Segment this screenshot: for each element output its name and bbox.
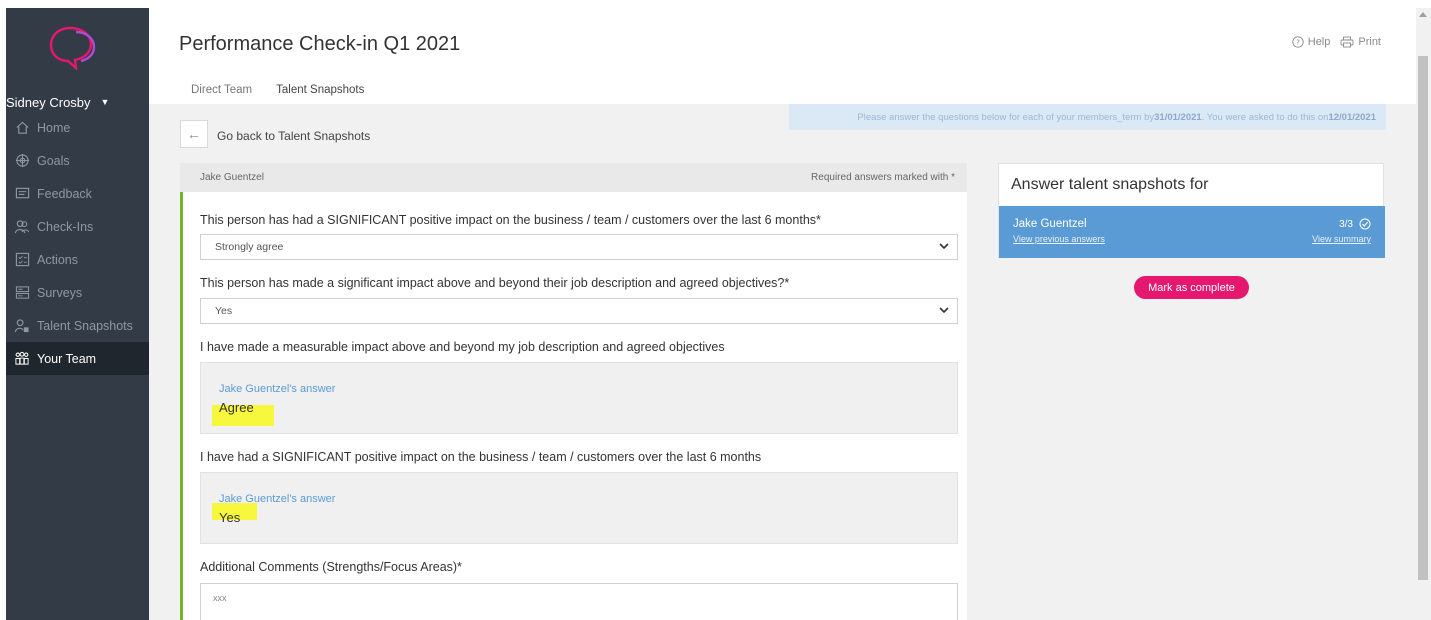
- tab-direct-team[interactable]: Direct Team: [179, 80, 264, 106]
- back-label[interactable]: Go back to Talent Snapshots: [217, 129, 370, 143]
- comments-textarea[interactable]: xxx: [200, 583, 958, 620]
- question-5-label: Additional Comments (Strengths/Focus Are…: [200, 560, 462, 574]
- scroll-up-arrow-icon[interactable]: [1419, 12, 1427, 17]
- notice-text-before: Please answer the questions below for ea…: [857, 111, 1155, 123]
- page-header: Performance Check-in Q1 2021 ? Help Prin…: [149, 8, 1416, 106]
- question-2-label: This person has made a significant impac…: [200, 276, 790, 290]
- question-2-value: Yes: [215, 305, 233, 317]
- sidebar-item-check-ins[interactable]: Check-Ins: [6, 210, 149, 243]
- sidebar-item-goals[interactable]: Goals: [6, 144, 149, 177]
- printer-icon: [1340, 36, 1354, 48]
- sidebar-item-label: Goals: [37, 153, 70, 168]
- sidebar: Sidney Crosby ▼ Home Goals Feedback Chec…: [6, 8, 149, 620]
- notice-text-middle: . You were asked to do this on: [1201, 111, 1329, 123]
- sidebar-item-label: Your Team: [37, 351, 97, 366]
- help-link[interactable]: ? Help: [1292, 36, 1331, 48]
- svg-text:?: ?: [1296, 39, 1300, 47]
- question-3-answer: Agree: [219, 400, 254, 415]
- print-link[interactable]: Print: [1340, 36, 1381, 48]
- view-previous-answers-link[interactable]: View previous answers: [1013, 234, 1105, 244]
- question-3-answer-label: Jake Guentzel's answer: [219, 383, 336, 395]
- question-4-answer: Yes: [219, 510, 241, 525]
- notice-due-date: 31/01/2021: [1154, 111, 1202, 123]
- form-header: Jake Guentzel Required answers marked wi…: [180, 163, 967, 192]
- question-4-answer-label: Jake Guentzel's answer: [219, 493, 336, 505]
- user-menu[interactable]: Sidney Crosby ▼: [6, 92, 149, 112]
- help-icon: ?: [1292, 36, 1304, 48]
- chevron-down-icon: [939, 241, 949, 253]
- answer-count-value: 3/3: [1339, 218, 1353, 230]
- sidebar-item-label: Check-Ins: [37, 219, 94, 234]
- sidebar-item-label: Actions: [37, 252, 78, 267]
- print-label: Print: [1358, 36, 1381, 48]
- question-4-answer-box: Jake Guentzel's answer Yes: [200, 472, 958, 544]
- people-icon: [14, 219, 30, 235]
- page-title: Performance Check-in Q1 2021: [179, 33, 461, 55]
- app-logo-icon[interactable]: [46, 24, 100, 71]
- window-top-edge: [0, 0, 1431, 8]
- talent-icon: [14, 318, 30, 334]
- caret-down-icon: ▼: [100, 97, 110, 107]
- tab-bar: Direct Team Talent Snapshots: [179, 80, 377, 106]
- snapshot-form: Jake Guentzel Required answers marked wi…: [180, 163, 967, 620]
- sidebar-item-feedback[interactable]: Feedback: [6, 177, 149, 210]
- arrow-left-icon: ←: [187, 126, 201, 142]
- sidebar-item-label: Talent Snapshots: [37, 318, 133, 333]
- form-person-name: Jake Guentzel: [200, 172, 264, 183]
- question-2-select[interactable]: Yes: [200, 298, 958, 324]
- notice-asked-date: 12/01/2021: [1328, 111, 1376, 123]
- question-1-select[interactable]: Strongly agree: [200, 234, 958, 260]
- mark-as-complete-button[interactable]: Mark as complete: [1134, 276, 1249, 299]
- question-1-value: Strongly agree: [215, 241, 284, 253]
- target-icon: [14, 153, 30, 169]
- sidebar-item-talent-snapshots[interactable]: Talent Snapshots: [6, 309, 149, 342]
- checklist-icon: [14, 252, 30, 268]
- feedback-icon: [14, 186, 30, 202]
- top-links: ? Help Print: [1292, 36, 1381, 48]
- view-summary-link[interactable]: View summary: [1312, 234, 1371, 244]
- required-note: Required answers marked with *: [811, 172, 955, 183]
- main-content: ← Go back to Talent Snapshots Please ans…: [149, 104, 1416, 620]
- home-icon: [14, 120, 30, 136]
- sidebar-item-your-team[interactable]: Your Team: [6, 342, 149, 375]
- chevron-down-icon: [939, 305, 949, 317]
- survey-icon: [14, 285, 30, 301]
- back-button[interactable]: ←: [180, 120, 208, 148]
- sidebar-item-surveys[interactable]: Surveys: [6, 276, 149, 309]
- question-3-label: I have made a measurable impact above an…: [200, 340, 725, 354]
- sidebar-item-label: Home: [37, 120, 71, 135]
- sidebar-item-home[interactable]: Home: [6, 111, 149, 144]
- sidebar-nav: Home Goals Feedback Check-Ins Actions Su…: [6, 111, 149, 375]
- answer-count: 3/3: [1339, 218, 1371, 230]
- sidebar-item-actions[interactable]: Actions: [6, 243, 149, 276]
- question-4-label: I have had a SIGNIFICANT positive impact…: [200, 450, 762, 464]
- team-icon: [14, 351, 30, 367]
- tab-talent-snapshots[interactable]: Talent Snapshots: [264, 80, 377, 106]
- answer-for-panel: Answer talent snapshots for Jake Guentze…: [998, 163, 1385, 258]
- panel-title: Answer talent snapshots for: [1011, 176, 1209, 193]
- deadline-notice: Please answer the questions below for ea…: [789, 104, 1386, 130]
- form-body: This person has had a SIGNIFICANT positi…: [180, 192, 967, 620]
- help-label: Help: [1307, 36, 1331, 48]
- sidebar-item-label: Feedback: [37, 186, 92, 201]
- question-3-answer-box: Jake Guentzel's answer Agree: [200, 362, 958, 434]
- scrollbar-thumb[interactable]: [1418, 56, 1428, 580]
- snapshot-person-name: Jake Guentzel: [1013, 218, 1087, 230]
- sidebar-item-label: Surveys: [37, 285, 83, 300]
- snapshot-person-row[interactable]: Jake Guentzel View previous answers 3/3 …: [999, 206, 1385, 258]
- question-1-label: This person has had a SIGNIFICANT positi…: [200, 213, 821, 227]
- check-circle-icon: [1359, 218, 1371, 230]
- user-name: Sidney Crosby: [6, 94, 91, 110]
